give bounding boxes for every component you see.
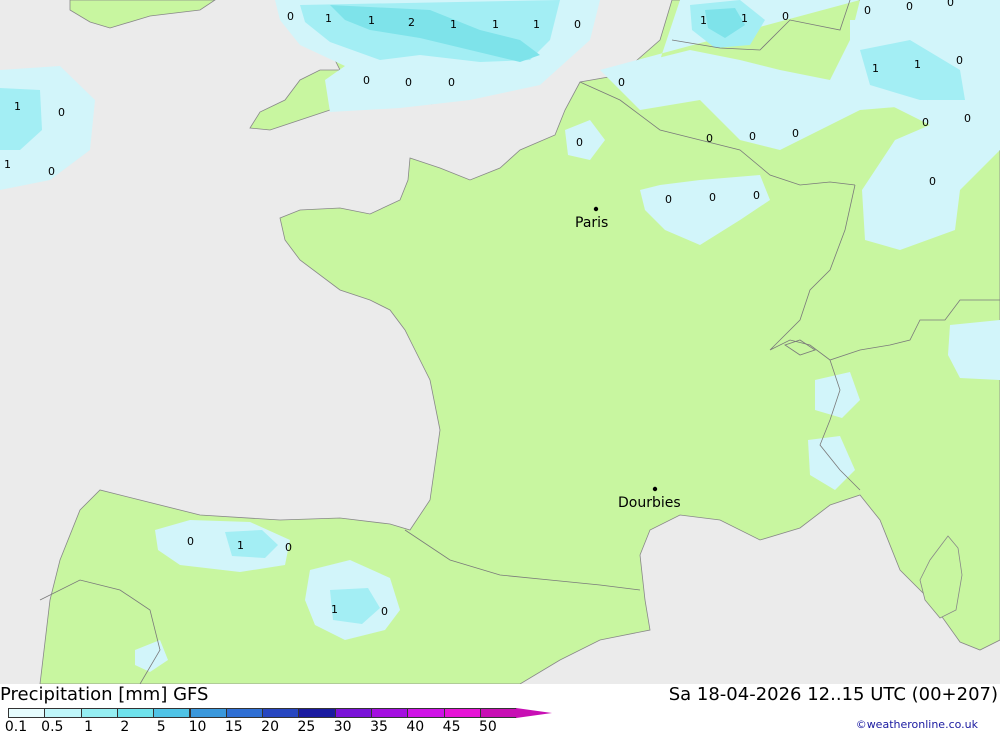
value-label: 0 (956, 54, 963, 67)
value-label: 0 (709, 191, 716, 204)
value-label: 0 (964, 112, 971, 125)
value-label: 0 (574, 18, 581, 31)
legend-swatch (189, 708, 227, 718)
value-label: 1 (492, 18, 499, 31)
map-datetime: Sa 18-04-2026 12..15 UTC (00+207) (668, 684, 998, 705)
value-label: 1 (331, 603, 338, 616)
value-label: 2 (408, 16, 415, 29)
value-label: 1 (4, 158, 11, 171)
city-label-paris: Paris (575, 215, 608, 231)
legend-swatch (479, 708, 518, 718)
value-label: 1 (325, 12, 332, 25)
value-label: 0 (665, 193, 672, 206)
value-label: 1 (368, 14, 375, 27)
value-label: 0 (48, 165, 55, 178)
land-ireland (69, 0, 216, 29)
value-label: 0 (864, 4, 871, 17)
legend-swatch (225, 708, 264, 718)
map-title: Precipitation [mm] GFS (0, 684, 209, 705)
legend-swatch (298, 708, 336, 718)
legend-swatch (443, 708, 481, 718)
value-label: 1 (872, 62, 879, 75)
legend-swatch (262, 708, 300, 718)
value-label: 0 (922, 116, 929, 129)
legend-swatch (80, 708, 118, 718)
city-marker (652, 486, 658, 492)
city-marker (593, 206, 599, 212)
value-label: 0 (363, 74, 370, 87)
site-credit[interactable]: ©weatheronline.co.uk (856, 718, 978, 731)
value-label: 0 (792, 127, 799, 140)
value-label: 0 (405, 76, 412, 89)
legend-swatch (153, 708, 191, 718)
legend-swatch (8, 708, 46, 718)
value-label: 1 (533, 18, 540, 31)
value-label: 0 (749, 130, 756, 143)
legend-swatch (116, 708, 155, 718)
value-label: 0 (618, 76, 625, 89)
value-label: 0 (929, 175, 936, 188)
value-label: 0 (285, 541, 292, 554)
legend-swatch (334, 708, 372, 718)
city-label-dourbies: Dourbies (618, 495, 681, 511)
legend-swatch (371, 708, 409, 718)
value-label: 0 (753, 189, 760, 202)
legend-swatch (407, 708, 445, 718)
value-label: 0 (706, 132, 713, 145)
value-label: 0 (287, 10, 294, 23)
value-label: 0 (782, 10, 789, 23)
legend-swatch (44, 708, 82, 718)
legend-arrow (516, 708, 553, 718)
value-label: 0 (187, 535, 194, 548)
value-label: 0 (448, 76, 455, 89)
value-label: 1 (700, 14, 707, 27)
value-label: 1 (914, 58, 921, 71)
value-label: 0 (576, 136, 583, 149)
value-label: 0 (906, 0, 913, 13)
map-canvas: 0 1 1 2 1 1 1 0 1 1 0 0 0 0 1 1 0 0 0 0 … (0, 0, 1000, 684)
value-label: 1 (450, 18, 457, 31)
value-label: 1 (741, 12, 748, 25)
value-label: 0 (381, 605, 388, 618)
value-label: 0 (947, 0, 954, 9)
value-label: 1 (237, 539, 244, 552)
value-label: 1 (14, 100, 21, 113)
precipitation-map: 0 1 1 2 1 1 1 0 1 1 0 0 0 0 1 1 0 0 0 0 … (0, 0, 1000, 684)
value-label: 0 (58, 106, 65, 119)
map-footer: Precipitation [mm] GFS Sa 18-04-2026 12.… (0, 684, 1000, 735)
